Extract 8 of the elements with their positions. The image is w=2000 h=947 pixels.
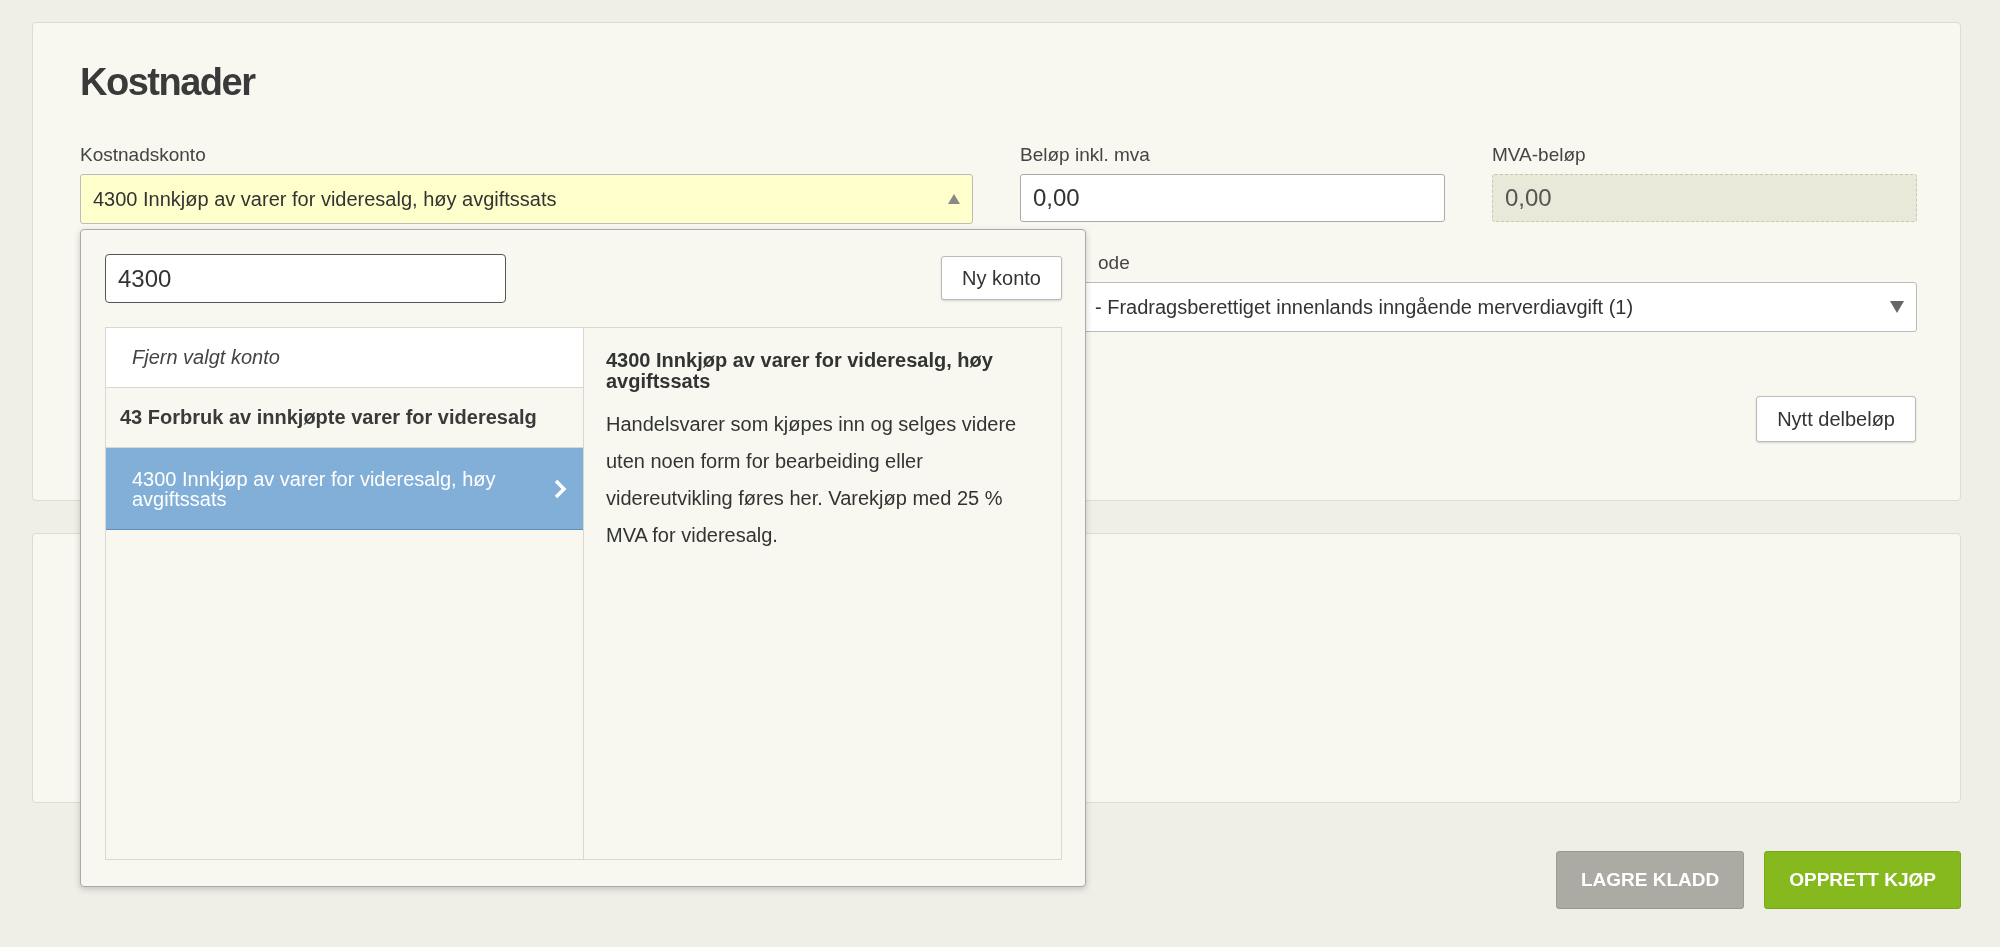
account-title: 4300 Innkjøp av varer for videresalg, høy avgiftssats xyxy=(606,350,994,392)
account-description: Handelsvarer som kjøpes inn og selges videre uten noen form for bearbeiding eller videreutvikling føres her. Varekjøp med 25 % MVA for videresalg. xyxy=(606,412,1018,548)
field-label: ode xyxy=(1097,252,1131,274)
field-label: MVA-beløp xyxy=(1492,144,1587,166)
field-label: Beløp inkl. mva xyxy=(1020,144,1151,166)
section-title: Kostnader xyxy=(80,61,256,104)
account-name: 4300 Innkjøp av varer for videresalg, høy avgiftssats xyxy=(132,468,497,509)
field-label: Kostnadskonto xyxy=(80,144,207,166)
